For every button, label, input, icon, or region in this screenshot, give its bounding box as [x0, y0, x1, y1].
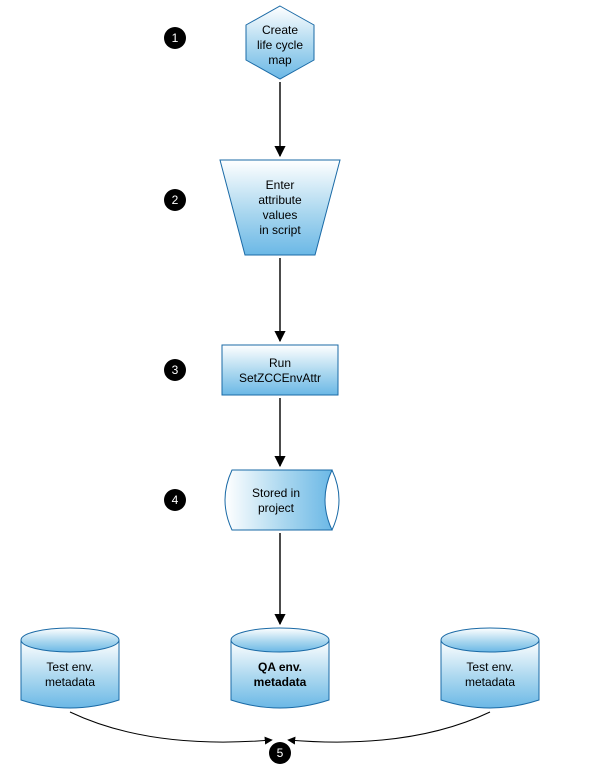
node-hexagon	[246, 6, 314, 79]
flowchart-svg: 1 2 3 4 5	[0, 0, 600, 775]
node-storage	[225, 470, 339, 530]
node-process	[222, 345, 338, 395]
step-marker-1: 1	[164, 27, 186, 49]
svg-text:1: 1	[172, 31, 179, 45]
flowchart-diagram: 1 2 3 4 5	[0, 0, 600, 775]
arrow-left-merge	[70, 712, 272, 742]
node-trapezoid	[220, 160, 340, 255]
svg-text:5: 5	[277, 746, 284, 760]
step-marker-5: 5	[269, 742, 291, 764]
node-cylinder-mid	[231, 628, 329, 708]
step-marker-2: 2	[164, 189, 186, 211]
svg-text:2: 2	[172, 193, 179, 207]
arrow-right-merge	[288, 712, 490, 742]
node-cylinder-right	[441, 628, 539, 708]
svg-text:4: 4	[172, 493, 179, 507]
step-marker-4: 4	[164, 489, 186, 511]
node-cylinder-left	[21, 628, 119, 708]
step-marker-3: 3	[164, 359, 186, 381]
svg-text:3: 3	[172, 363, 179, 377]
